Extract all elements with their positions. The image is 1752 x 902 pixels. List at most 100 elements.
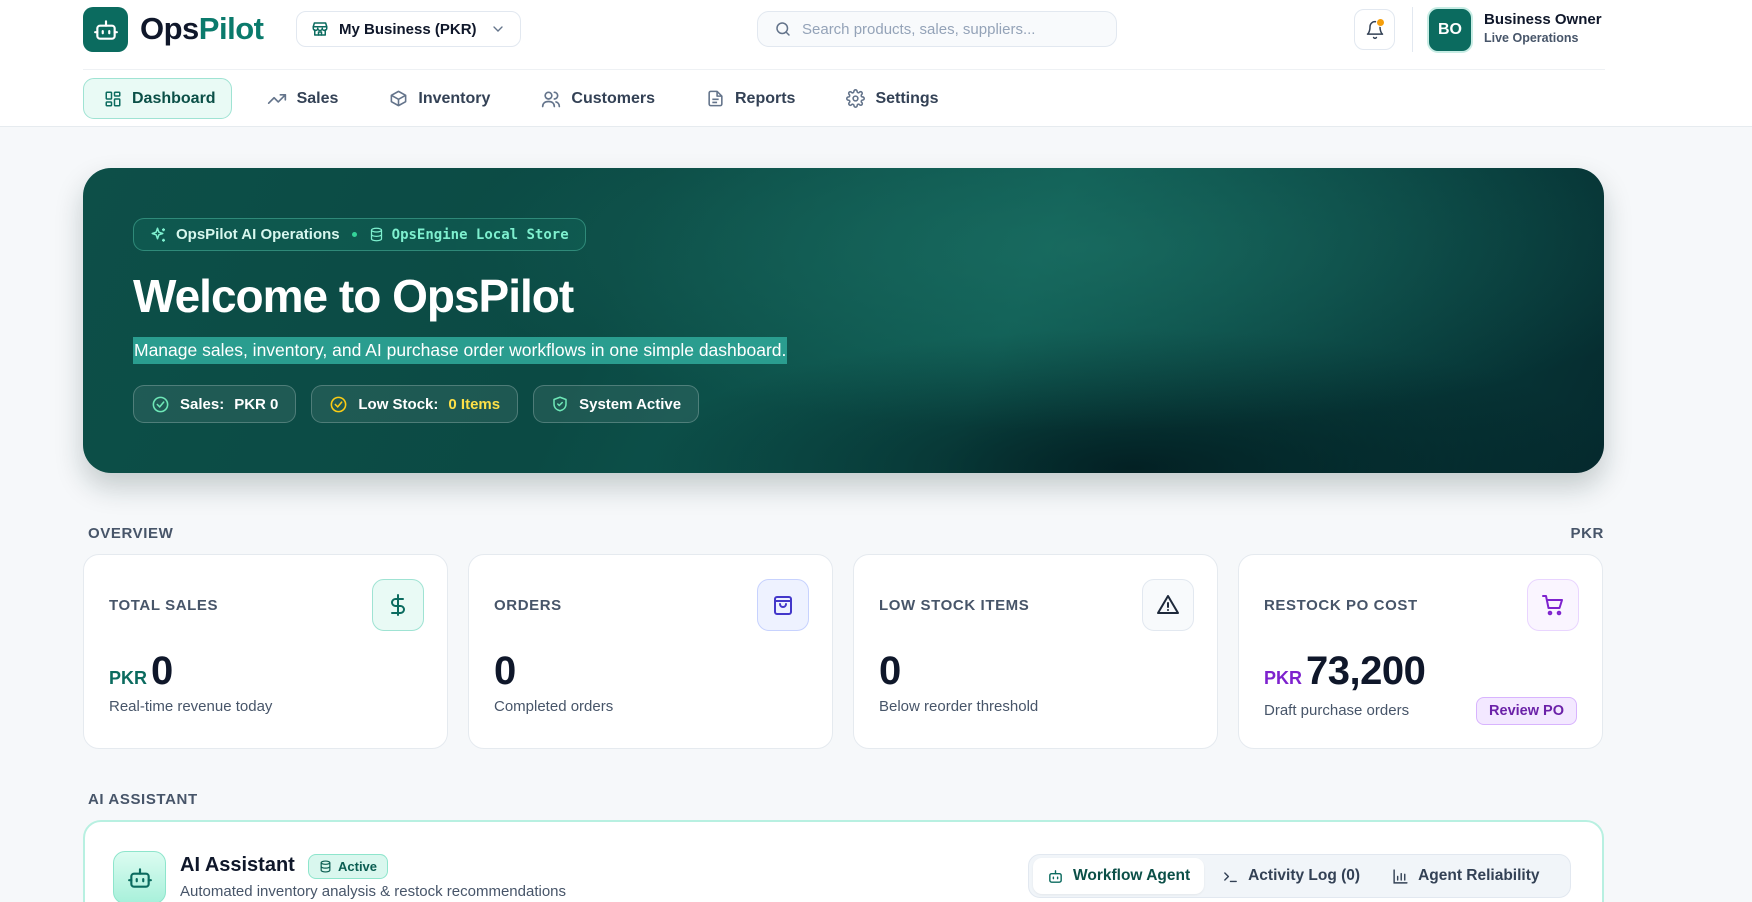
restock-po-cost-card[interactable]: RESTOCK PO COST PKR 73,200 Draft purchas… [1238,554,1603,749]
shopping-bag-icon [757,579,809,631]
card-title: ORDERS [494,597,562,614]
tab-dashboard-label: Dashboard [132,89,216,107]
box-icon [389,89,408,108]
tab-settings[interactable]: Settings [825,78,954,119]
system-status-pill: System Active [533,385,700,423]
card-value: 0 [494,647,516,695]
notifications-button[interactable] [1354,9,1395,50]
user-name: Business Owner [1484,11,1602,28]
robot-logo-icon[interactable] [83,7,128,52]
tab-workflow-agent[interactable]: Workflow Agent [1033,858,1205,894]
tab-sales[interactable]: Sales [246,78,355,119]
tab-activity-log[interactable]: Activity Log (0) [1208,858,1374,894]
card-description: Completed orders [494,698,614,715]
shield-check-icon [551,395,569,413]
low-stock-pill-label: Low Stock: [358,395,439,413]
sales-pill: Sales: PKR 0 [133,385,297,423]
value-number: 0 [879,649,901,693]
status-badge-label: Active [338,859,378,874]
store-icon [311,20,329,38]
sparkles-icon [150,226,168,244]
card-title: TOTAL SALES [109,597,219,614]
notification-dot [1376,18,1385,27]
overview-section-label: OVERVIEW [88,525,174,542]
database-icon [319,860,332,873]
chip-separator-dot [351,232,357,237]
business-selector[interactable]: My Business (PKR) [296,11,521,47]
card-description: Draft purchase orders [1264,702,1410,719]
hero-chip-label: OpsPilot AI Operations [176,226,340,243]
card-value: PKR 0 [109,647,173,695]
card-value: PKR 73,200 [1264,647,1426,695]
tab-customers[interactable]: Customers [520,78,671,119]
dollar-icon [372,579,424,631]
logo-text-pilot: Pilot [198,11,264,46]
value-number: 0 [494,649,516,693]
tab-dashboard[interactable]: Dashboard [83,78,232,119]
sales-pill-value: PKR 0 [234,395,279,413]
card-title: RESTOCK PO COST [1264,597,1418,614]
system-status-label: System Active [579,395,682,413]
database-icon [369,227,384,242]
robot-icon [1047,868,1064,885]
total-sales-card[interactable]: TOTAL SALES PKR 0 Real-time revenue toda… [83,554,448,749]
header-separator [83,69,1605,70]
overview-currency: PKR [1570,525,1604,542]
card-title: LOW STOCK ITEMS [879,597,1030,614]
review-po-button[interactable]: Review PO [1476,697,1577,725]
status-badge: Active [308,854,389,879]
business-selector-label: My Business (PKR) [339,20,477,38]
welcome-hero-banner: OpsPilot AI Operations OpsEngine Local S… [83,168,1604,473]
logo-text-ops: Ops [140,11,199,46]
users-icon [541,89,561,109]
value-number: 73,200 [1306,649,1426,693]
top-header: OpsPilot My Business (PKR) BO Business O… [0,0,1752,127]
cart-icon [1527,579,1579,631]
ai-assistant-title: AI Assistant [180,854,295,876]
currency-prefix: PKR [109,668,148,688]
bar-chart-icon [1392,868,1409,885]
chevron-down-icon [490,21,506,37]
hero-chip: OpsPilot AI Operations OpsEngine Local S… [133,218,586,251]
app-logo-text[interactable]: OpsPilot [140,10,264,48]
tab-workflow-agent-label: Workflow Agent [1073,867,1191,884]
tab-reports-label: Reports [734,89,796,107]
tab-inventory[interactable]: Inventory [368,78,506,119]
sales-pill-label: Sales: [180,395,225,413]
header-divider [1412,7,1413,52]
card-description: Below reorder threshold [879,698,1039,715]
check-circle-icon [151,395,170,414]
main-nav: Dashboard Sales Inventory Customers Repo… [83,78,955,119]
search-box[interactable] [757,11,1117,47]
tab-reports[interactable]: Reports [685,78,811,119]
avatar[interactable]: BO [1427,7,1473,53]
hero-title: Welcome to OpsPilot [133,270,574,322]
warning-triangle-icon [1142,579,1194,631]
check-circle-icon [329,395,348,414]
low-stock-pill-value: 0 Items [448,395,501,413]
trending-up-icon [267,89,287,109]
tab-settings-label: Settings [875,89,939,107]
ai-assistant-section-label: AI ASSISTANT [88,791,198,808]
value-number: 0 [151,649,173,693]
terminal-icon [1222,868,1239,885]
tab-activity-log-label: Activity Log (0) [1248,867,1361,884]
tab-sales-label: Sales [296,89,339,107]
overview-cards: TOTAL SALES PKR 0 Real-time revenue toda… [83,554,1603,749]
orders-card[interactable]: ORDERS 0 Completed orders [468,554,833,749]
tab-agent-reliability-label: Agent Reliability [1418,867,1540,884]
ai-assistant-panel: AI Assistant Active Automated inventory … [83,820,1604,902]
search-icon [774,20,792,38]
hero-chip-store: OpsEngine Local Store [391,226,569,243]
card-value: 0 [879,647,901,695]
user-role: Live Operations [1484,31,1579,45]
ai-tab-group: Workflow Agent Activity Log (0) Agent Re… [1028,854,1571,898]
tab-inventory-label: Inventory [418,89,491,107]
hero-status-pills: Sales: PKR 0 Low Stock: 0 Items System A… [133,385,700,423]
tab-agent-reliability[interactable]: Agent Reliability [1378,858,1553,894]
search-input[interactable] [802,20,1100,38]
gear-icon [846,89,866,108]
tab-customers-label: Customers [571,89,655,107]
low-stock-card[interactable]: LOW STOCK ITEMS 0 Below reorder threshol… [853,554,1218,749]
low-stock-pill: Low Stock: 0 Items [311,385,519,423]
